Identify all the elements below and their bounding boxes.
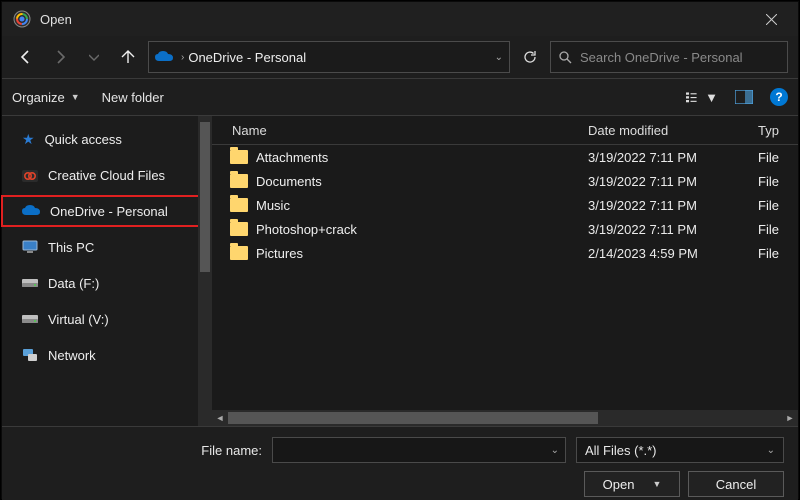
sidebar-item-onedrive[interactable]: OneDrive - Personal bbox=[2, 196, 212, 226]
sidebar: ★ Quick access Creative Cloud Files OneD… bbox=[2, 116, 212, 426]
file-date: 3/19/2022 7:11 PM bbox=[588, 174, 758, 189]
file-name: Music bbox=[256, 198, 588, 213]
folder-icon bbox=[230, 174, 248, 188]
file-date: 2/14/2023 4:59 PM bbox=[588, 246, 758, 261]
filetype-select[interactable]: All Files (*.*)⌄ bbox=[576, 437, 784, 463]
file-type: File bbox=[758, 198, 798, 213]
network-icon bbox=[22, 348, 38, 362]
organize-button[interactable]: Organize▼ bbox=[12, 90, 80, 105]
footer: File name: ⌄ All Files (*.*)⌄ Open▼ Canc… bbox=[2, 426, 798, 500]
scroll-right-icon[interactable]: ► bbox=[782, 410, 798, 426]
close-icon[interactable] bbox=[748, 2, 794, 36]
toolbar: Organize▼ New folder ▼ ? bbox=[2, 78, 798, 116]
file-date: 3/19/2022 7:11 PM bbox=[588, 150, 758, 165]
up-button[interactable] bbox=[114, 43, 142, 71]
onedrive-icon bbox=[22, 205, 40, 217]
scroll-left-icon[interactable]: ◄ bbox=[212, 410, 228, 426]
column-date[interactable]: Date modified bbox=[588, 123, 758, 138]
help-button[interactable]: ? bbox=[770, 88, 788, 106]
sidebar-item-thispc[interactable]: This PC bbox=[2, 232, 212, 262]
file-name: Attachments bbox=[256, 150, 588, 165]
nav-row: › OneDrive - Personal ⌄ Search OneDrive … bbox=[2, 36, 798, 78]
column-name[interactable]: Name bbox=[224, 123, 588, 138]
file-type: File bbox=[758, 246, 798, 261]
file-date: 3/19/2022 7:11 PM bbox=[588, 198, 758, 213]
file-type: File bbox=[758, 222, 798, 237]
creativecloud-icon bbox=[22, 168, 38, 182]
file-date: 3/19/2022 7:11 PM bbox=[588, 222, 758, 237]
sidebar-item-dataf[interactable]: Data (F:) bbox=[2, 268, 212, 298]
file-type: File bbox=[758, 174, 798, 189]
star-icon: ★ bbox=[22, 131, 35, 148]
open-dialog: Open › OneDrive - Personal ⌄ Search OneD… bbox=[2, 2, 798, 498]
horizontal-scrollbar[interactable]: ◄ ► bbox=[212, 410, 798, 426]
file-name: Documents bbox=[256, 174, 588, 189]
cancel-button[interactable]: Cancel bbox=[688, 471, 784, 497]
file-row[interactable]: Attachments3/19/2022 7:11 PMFile bbox=[212, 145, 798, 169]
folder-icon bbox=[230, 246, 248, 260]
filename-label: File name: bbox=[201, 443, 262, 458]
file-row[interactable]: Documents3/19/2022 7:11 PMFile bbox=[212, 169, 798, 193]
sidebar-item-network[interactable]: Network bbox=[2, 340, 212, 370]
file-pane: Name Date modified Typ Attachments3/19/2… bbox=[212, 116, 798, 426]
sidebar-item-virtualv[interactable]: Virtual (V:) bbox=[2, 304, 212, 334]
sidebar-item-quickaccess[interactable]: ★ Quick access bbox=[2, 124, 212, 154]
column-type[interactable]: Typ bbox=[758, 123, 798, 138]
app-icon bbox=[12, 9, 32, 29]
chevron-down-icon[interactable]: ⌄ bbox=[551, 445, 559, 456]
refresh-button[interactable] bbox=[516, 43, 544, 71]
file-name: Pictures bbox=[256, 246, 588, 261]
drive-icon bbox=[22, 313, 38, 325]
forward-button[interactable] bbox=[46, 43, 74, 71]
search-icon bbox=[559, 51, 572, 64]
file-row[interactable]: Music3/19/2022 7:11 PMFile bbox=[212, 193, 798, 217]
search-input[interactable]: Search OneDrive - Personal bbox=[550, 41, 788, 73]
chevron-down-icon: ▼ bbox=[71, 92, 80, 102]
filename-input[interactable]: ⌄ bbox=[272, 437, 566, 463]
file-name: Photoshop+crack bbox=[256, 222, 588, 237]
chevron-down-icon[interactable]: ⌄ bbox=[495, 52, 503, 63]
breadcrumb-location: OneDrive - Personal bbox=[188, 50, 306, 65]
file-type: File bbox=[758, 150, 798, 165]
chevron-down-icon: ⌄ bbox=[767, 445, 775, 456]
body: ★ Quick access Creative Cloud Files OneD… bbox=[2, 116, 798, 426]
folder-icon bbox=[230, 222, 248, 236]
drive-icon bbox=[22, 277, 38, 289]
pc-icon bbox=[22, 240, 38, 254]
folder-icon bbox=[230, 198, 248, 212]
sidebar-scrollbar[interactable] bbox=[198, 116, 212, 426]
file-row[interactable]: Pictures2/14/2023 4:59 PMFile bbox=[212, 241, 798, 265]
file-row[interactable]: Photoshop+crack3/19/2022 7:11 PMFile bbox=[212, 217, 798, 241]
breadcrumb[interactable]: › OneDrive - Personal ⌄ bbox=[148, 41, 510, 73]
back-button[interactable] bbox=[12, 43, 40, 71]
view-button[interactable]: ▼ bbox=[686, 85, 718, 109]
titlebar: Open bbox=[2, 2, 798, 36]
recent-locations-icon[interactable] bbox=[80, 43, 108, 71]
sidebar-item-creativecloud[interactable]: Creative Cloud Files bbox=[2, 160, 212, 190]
column-header-row: Name Date modified Typ bbox=[212, 116, 798, 145]
newfolder-button[interactable]: New folder bbox=[102, 90, 164, 105]
search-placeholder: Search OneDrive - Personal bbox=[580, 50, 743, 65]
open-button[interactable]: Open▼ bbox=[584, 471, 680, 497]
window-title: Open bbox=[40, 12, 72, 27]
chevron-down-icon: ▼ bbox=[652, 479, 661, 489]
chevron-down-icon: ▼ bbox=[705, 90, 718, 105]
preview-pane-button[interactable] bbox=[728, 85, 760, 109]
chevron-right-icon: › bbox=[181, 52, 184, 63]
onedrive-icon bbox=[155, 50, 173, 64]
folder-icon bbox=[230, 150, 248, 164]
